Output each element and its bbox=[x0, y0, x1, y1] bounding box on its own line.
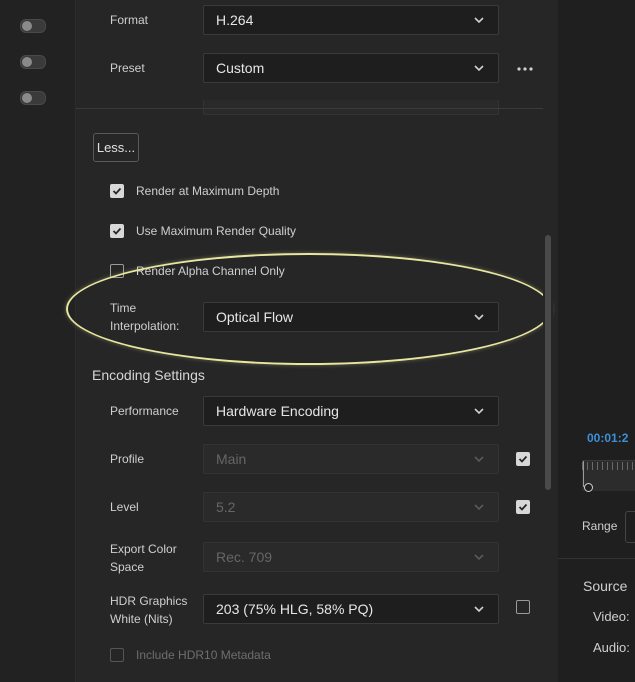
hdr-graphics-label-line2: White (Nits) bbox=[110, 612, 173, 626]
scrollbar-thumb[interactable] bbox=[545, 235, 551, 490]
profile-value: Main bbox=[216, 451, 247, 467]
format-label: Format bbox=[110, 13, 149, 27]
profile-auto-checkbox[interactable] bbox=[516, 452, 530, 466]
chevron-down-icon bbox=[474, 554, 484, 561]
encoding-settings-title: Encoding Settings bbox=[92, 367, 205, 383]
level-value: 5.2 bbox=[216, 499, 236, 515]
profile-dropdown: Main bbox=[203, 444, 499, 474]
chevron-down-icon bbox=[474, 606, 484, 613]
checkmark-icon bbox=[518, 455, 528, 463]
chevron-down-icon bbox=[474, 408, 484, 415]
render-max-depth-checkbox[interactable] bbox=[110, 184, 124, 198]
toggle-switch[interactable] bbox=[20, 91, 46, 105]
export-color-space-dropdown: Rec. 709 bbox=[203, 542, 499, 572]
timecode-display[interactable]: 00:01:2 bbox=[587, 431, 628, 445]
right-divider bbox=[558, 558, 635, 559]
include-hdr10-checkbox[interactable] bbox=[110, 648, 124, 662]
max-render-quality-checkbox[interactable] bbox=[110, 224, 124, 238]
level-dropdown: 5.2 bbox=[203, 492, 499, 522]
video-label: Video: bbox=[593, 609, 630, 624]
render-max-depth-label: Render at Maximum Depth bbox=[136, 184, 280, 198]
range-dropdown[interactable] bbox=[625, 511, 635, 543]
chevron-down-icon bbox=[474, 504, 484, 511]
level-label: Level bbox=[110, 500, 139, 514]
export-color-space-label-line1: Export Color bbox=[110, 542, 177, 556]
include-hdr10-label: Include HDR10 Metadata bbox=[136, 648, 271, 662]
more-options-icon[interactable] bbox=[516, 62, 534, 76]
checkmark-icon bbox=[518, 503, 528, 511]
checkmark-icon bbox=[112, 187, 122, 195]
chevron-down-icon bbox=[474, 65, 484, 72]
left-sidebar bbox=[0, 0, 76, 682]
toggle-switch[interactable] bbox=[20, 19, 46, 33]
toggle-knob bbox=[22, 93, 32, 103]
hdr-graphics-white-value: 203 (75% HLG, 58% PQ) bbox=[216, 601, 374, 617]
chevron-down-icon bbox=[474, 456, 484, 463]
checkmark-icon bbox=[112, 227, 122, 235]
export-color-space-value: Rec. 709 bbox=[216, 549, 273, 565]
format-value: H.264 bbox=[216, 12, 254, 28]
performance-label: Performance bbox=[110, 404, 179, 418]
preset-label: Preset bbox=[110, 61, 145, 75]
export-color-space-label-line2: Space bbox=[110, 560, 145, 574]
toggle-switch[interactable] bbox=[20, 55, 46, 69]
hdr-graphics-checkbox[interactable] bbox=[516, 600, 530, 614]
format-dropdown[interactable]: H.264 bbox=[203, 5, 499, 35]
less-button[interactable]: Less... bbox=[93, 133, 139, 162]
section-divider bbox=[76, 108, 543, 109]
preset-dropdown[interactable]: Custom bbox=[203, 53, 499, 83]
source-heading: Source bbox=[583, 578, 628, 594]
playhead-handle[interactable] bbox=[584, 483, 593, 492]
highlight-ellipse bbox=[66, 253, 552, 365]
toggle-knob bbox=[22, 57, 32, 67]
profile-label: Profile bbox=[110, 452, 145, 466]
preset-value: Custom bbox=[216, 60, 265, 76]
timeline-ticks bbox=[582, 462, 635, 470]
audio-label: Audio: bbox=[593, 640, 630, 655]
toggle-knob bbox=[22, 21, 32, 31]
level-auto-checkbox[interactable] bbox=[516, 500, 530, 514]
hdr-graphics-label-line1: HDR Graphics bbox=[110, 594, 188, 608]
range-label: Range bbox=[582, 519, 618, 533]
performance-value: Hardware Encoding bbox=[216, 403, 339, 419]
chevron-down-icon bbox=[474, 17, 484, 24]
hdr-graphics-white-dropdown[interactable]: 203 (75% HLG, 58% PQ) bbox=[203, 594, 499, 624]
max-render-quality-label: Use Maximum Render Quality bbox=[136, 224, 297, 238]
performance-dropdown[interactable]: Hardware Encoding bbox=[203, 396, 499, 426]
playhead-line bbox=[583, 461, 584, 487]
